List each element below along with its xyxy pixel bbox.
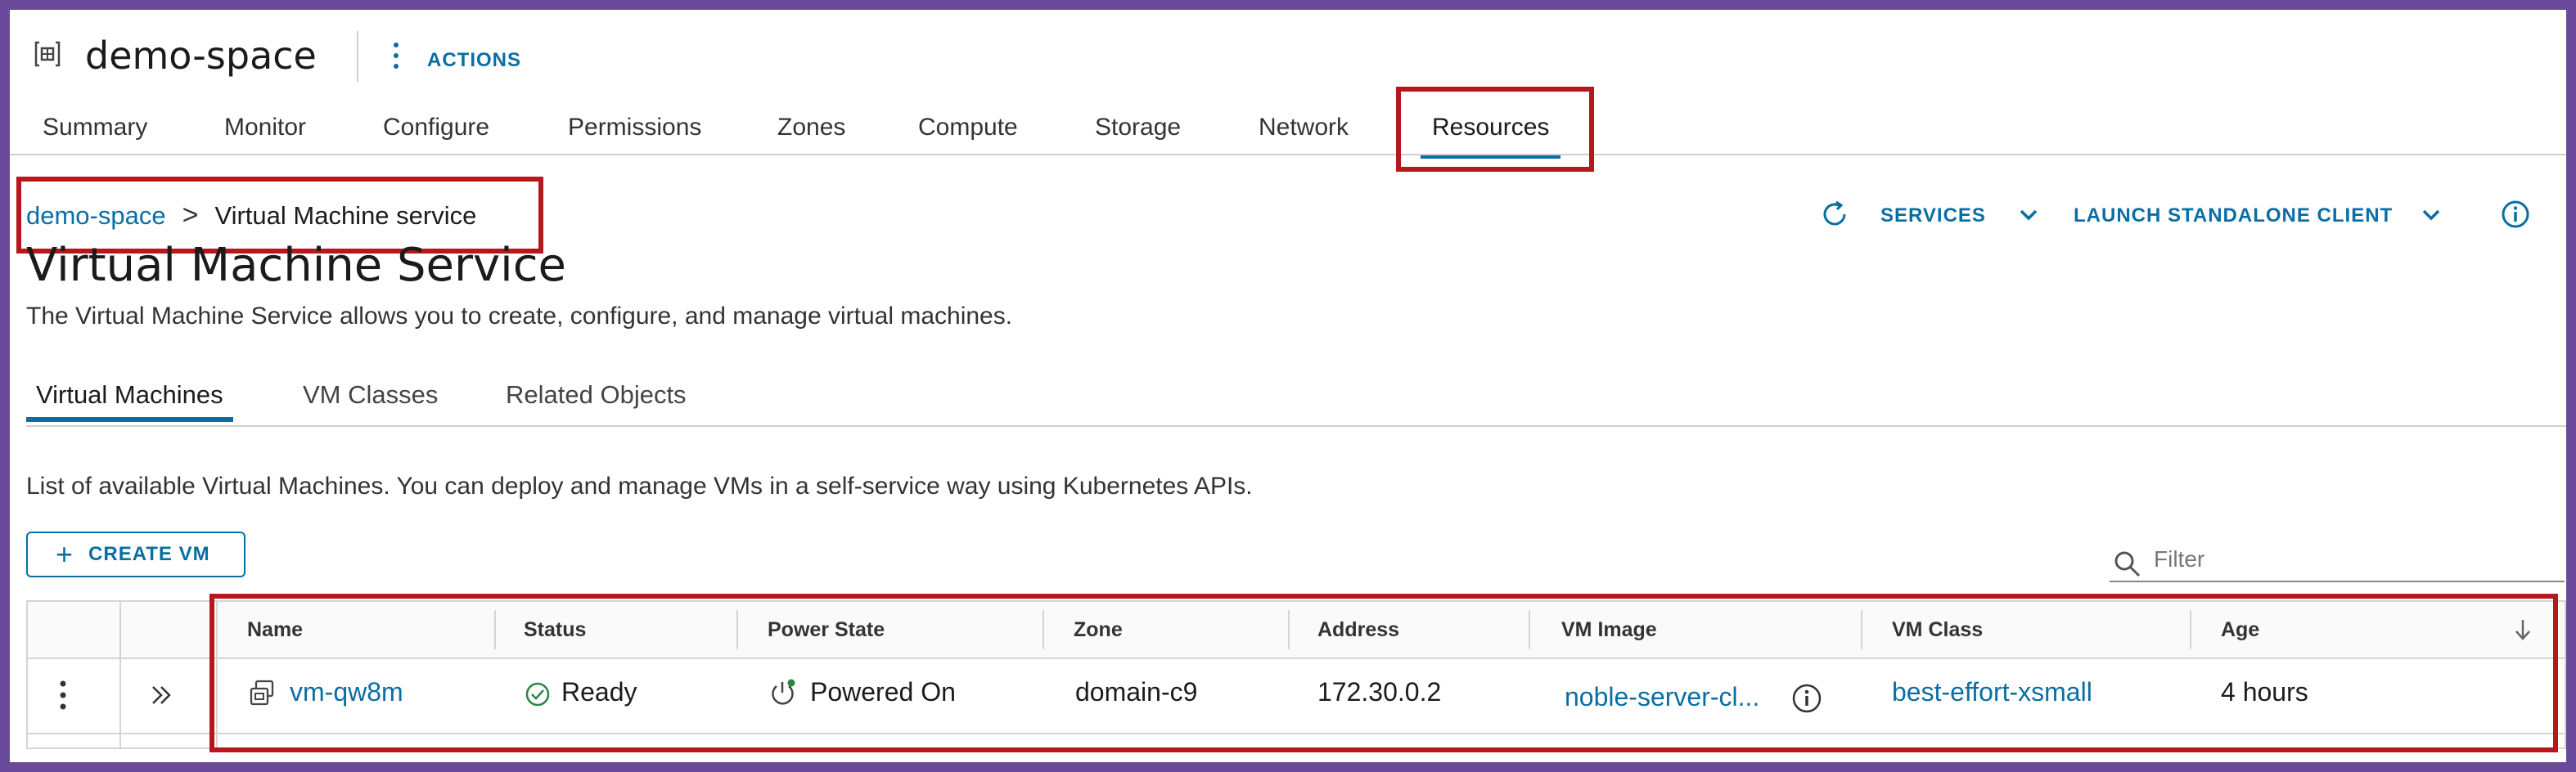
page-header-title: demo-space <box>85 34 317 78</box>
tab-compute[interactable]: Compute <box>918 95 1018 160</box>
page-title: Virtual Machine Service <box>26 239 566 292</box>
header-divider <box>357 31 358 82</box>
main-tabs: Summary Monitor Configure Permissions Zo… <box>10 95 2566 162</box>
highlight-box-table <box>209 594 2558 752</box>
services-dropdown[interactable]: SERVICES <box>1880 204 1986 227</box>
namespace-icon <box>33 39 62 69</box>
create-vm-button[interactable]: + CREATE VM <box>26 532 245 577</box>
row-actions-icon[interactable] <box>59 679 67 711</box>
tab-vm-classes[interactable]: VM Classes <box>303 371 438 419</box>
tab-monitor[interactable]: Monitor <box>224 95 306 160</box>
tab-network[interactable]: Network <box>1259 95 1349 160</box>
search-icon <box>2114 551 2141 577</box>
tab-related-objects[interactable]: Related Objects <box>506 371 687 419</box>
filter-field[interactable]: Filter <box>2110 538 2565 582</box>
tab-permissions[interactable]: Permissions <box>568 95 701 160</box>
plus-icon: + <box>56 537 74 571</box>
page-description: The Virtual Machine Service allows you t… <box>26 303 1013 330</box>
refresh-icon[interactable] <box>1818 198 1851 231</box>
tab-configure[interactable]: Configure <box>383 95 489 160</box>
highlight-box-resources-tab <box>1396 87 1594 172</box>
tab-summary[interactable]: Summary <box>43 95 147 160</box>
kebab-menu-icon[interactable] <box>393 41 399 70</box>
launch-standalone-client-dropdown[interactable]: LAUNCH STANDALONE CLIENT <box>2074 204 2393 227</box>
chevron-down-icon[interactable] <box>2016 203 2041 227</box>
sub-tabs: Virtual Machines VM Classes Related Obje… <box>10 371 2566 429</box>
tab-storage[interactable]: Storage <box>1095 95 1181 160</box>
expand-row-icon[interactable] <box>149 682 175 708</box>
tab-virtual-machines[interactable]: Virtual Machines <box>26 371 233 422</box>
info-icon[interactable] <box>2499 198 2532 231</box>
chevron-down-icon[interactable] <box>2419 203 2443 227</box>
tabs-divider <box>10 154 2566 155</box>
actions-button[interactable]: ACTIONS <box>427 49 521 72</box>
create-vm-label: CREATE VM <box>88 543 210 565</box>
window: demo-space ACTIONS Summary Monitor Confi… <box>10 10 2566 762</box>
list-description: List of available Virtual Machines. You … <box>26 473 1253 500</box>
subtabs-divider <box>26 425 2566 427</box>
tab-zones[interactable]: Zones <box>777 95 845 160</box>
filter-placeholder: Filter <box>2154 546 2205 572</box>
